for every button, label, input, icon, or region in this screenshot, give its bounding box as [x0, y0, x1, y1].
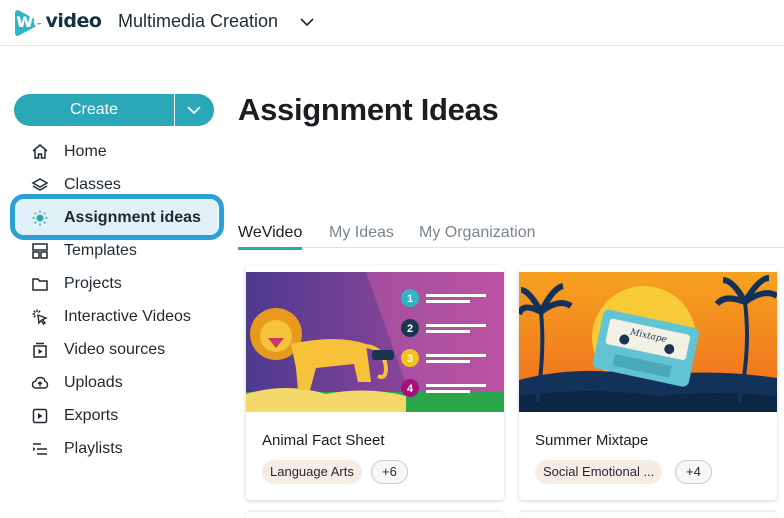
sidebar-item-label: Assignment ideas	[64, 208, 201, 226]
list-number: 3	[407, 353, 413, 365]
more-tags-badge[interactable]: +6	[371, 460, 408, 484]
sidebar-item-templates[interactable]: Templates	[14, 234, 224, 267]
cloud-upload-icon	[30, 373, 50, 393]
layers-icon	[30, 175, 50, 195]
tab-wevideo[interactable]: WeVideo	[238, 224, 303, 250]
list-number: 1	[407, 293, 413, 305]
export-icon	[30, 406, 50, 426]
subject-tag: Language Arts	[262, 460, 362, 484]
chevron-down-icon	[187, 106, 201, 115]
sidebar-item-label: Uploads	[64, 373, 123, 391]
assignment-card[interactable]: 1 2 3 4 Animal Fact Sheet Language Arts …	[246, 266, 504, 500]
create-button-group: Create	[14, 94, 214, 126]
tab-my-ideas[interactable]: My Ideas	[329, 224, 394, 248]
logo-text-video: video	[45, 10, 102, 32]
workspace-name[interactable]: Multimedia Creation	[118, 11, 278, 32]
subject-tag: Social Emotional ...	[535, 460, 663, 484]
sidebar-item-label: Projects	[64, 274, 122, 292]
assignment-card-peek[interactable]	[246, 512, 504, 518]
list-number: 4	[407, 383, 414, 395]
create-button[interactable]: Create	[14, 94, 174, 126]
sidebar-item-playlists[interactable]: Playlists	[14, 432, 224, 465]
list-number: 2	[407, 323, 413, 335]
sidebar-item-label: Exports	[64, 406, 119, 424]
sidebar-item-label: Playlists	[64, 439, 123, 457]
tab-my-organization[interactable]: My Organization	[419, 224, 536, 248]
sidebar-item-interactive-videos[interactable]: Interactive Videos	[14, 300, 224, 333]
sidebar-item-label: Classes	[64, 175, 121, 193]
templates-icon	[30, 241, 50, 261]
lightbulb-icon	[30, 208, 50, 228]
sidebar-item-home[interactable]: Home	[14, 135, 224, 168]
wevideo-logo[interactable]: wevideo	[14, 6, 102, 38]
sidebar-item-label: Home	[64, 142, 107, 160]
card-title: Summer Mixtape	[535, 432, 649, 449]
logo-wordmark: wevideo	[16, 10, 102, 32]
sidebar-item-uploads[interactable]: Uploads	[14, 366, 224, 399]
sidebar-item-assignment-ideas[interactable]: Assignment ideas	[10, 194, 224, 240]
sidebar-item-label: Video sources	[64, 340, 166, 358]
top-bar: wevideo Multimedia Creation	[0, 0, 784, 46]
playlist-icon	[30, 439, 50, 459]
sidebar-item-label: Templates	[64, 241, 137, 259]
assignment-tabs: WeVideo My Ideas My Organization	[238, 224, 784, 250]
more-tags-badge[interactable]: +4	[675, 460, 712, 484]
page-title: Assignment Ideas	[238, 92, 499, 127]
chevron-down-icon[interactable]	[298, 13, 316, 31]
folder-icon	[30, 274, 50, 294]
card-title: Animal Fact Sheet	[262, 432, 385, 449]
assignment-card-peek[interactable]	[519, 512, 777, 518]
home-icon	[30, 142, 50, 162]
sidebar-nav: Home Classes Assignment ideas Templates …	[10, 135, 224, 465]
sidebar-item-video-sources[interactable]: Video sources	[14, 333, 224, 366]
logo-text-we: we	[16, 10, 46, 32]
sidebar-item-exports[interactable]: Exports	[14, 399, 224, 432]
assignment-card[interactable]: Mixtape Summer Mixtape Social Emotional …	[519, 266, 777, 500]
video-source-icon	[30, 340, 50, 360]
sidebar-item-label: Interactive Videos	[64, 307, 191, 325]
sidebar-item-projects[interactable]: Projects	[14, 267, 224, 300]
summer-mixtape-thumbnail: Mixtape	[519, 272, 777, 412]
create-dropdown-button[interactable]	[175, 94, 214, 126]
cursor-click-icon	[30, 307, 50, 327]
animal-fact-sheet-thumbnail: 1 2 3 4	[246, 272, 504, 412]
